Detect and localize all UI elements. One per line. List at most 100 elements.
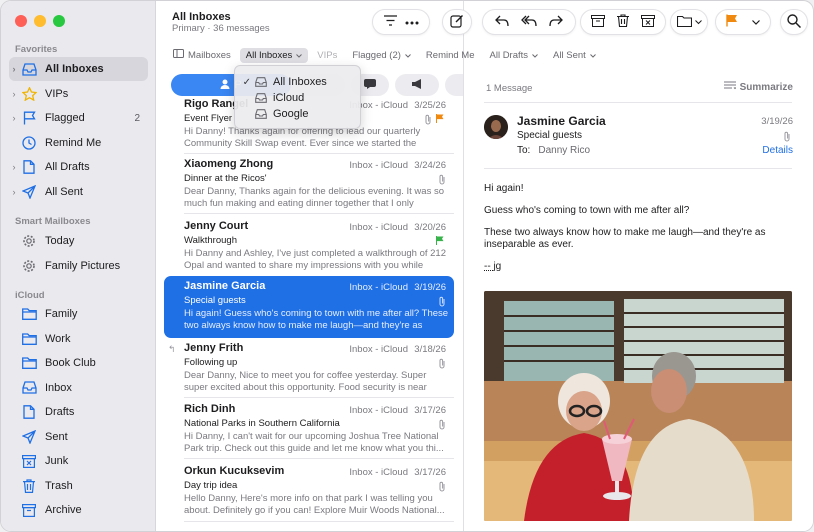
message-sender: Xiaomeng Zhong <box>184 158 274 170</box>
message-date: 3/20/26 <box>414 222 446 233</box>
dropdown-item-icloud[interactable]: iCloud <box>235 90 362 106</box>
sidebar-item-all-drafts[interactable]: › All Drafts <box>9 155 148 179</box>
tray-icon <box>21 61 37 77</box>
trash-icon[interactable] <box>617 14 629 30</box>
sidebar-item-junk[interactable]: Junk <box>9 449 148 473</box>
sender-name: Jasmine Garcia <box>517 114 606 128</box>
sidebar-item-label: All Drafts <box>45 161 90 173</box>
favorites-bar-mailboxes[interactable]: Mailboxes <box>167 47 237 63</box>
message-preview: Hello Danny, Here's more info on that pa… <box>184 493 445 516</box>
message-preview: Hi again! Guess who's coming to town wit… <box>184 308 449 331</box>
message-mailbox: Inbox - iCloud <box>349 344 408 355</box>
recipient-line: To: Danny Rico <box>517 145 590 156</box>
sidebar-item-inbox[interactable]: Inbox <box>9 376 148 400</box>
sidebar-item-label: Archive <box>45 504 82 516</box>
compose-icon <box>450 14 464 31</box>
sidebar-item-family-pictures[interactable]: Family Pictures <box>9 254 148 278</box>
reading-pane: 1 Message Summarize Jasmine Garcia 3/19/… <box>464 65 813 531</box>
message-row[interactable]: Xiaomeng Zhong Inbox - iCloud 3/24/26 Dinne… <box>164 154 454 216</box>
message-subject: Dinner at the Ricos' <box>184 173 267 184</box>
chevron-right-icon[interactable]: › <box>9 162 19 172</box>
favorites-bar-flagged-2[interactable]: Flagged (2) <box>346 48 417 63</box>
sidebar-item-work[interactable]: Work <box>9 327 148 351</box>
attachment-icon <box>438 481 446 495</box>
message-sender: Jenny Court <box>184 220 249 232</box>
search-icon <box>787 13 802 31</box>
megaphone-icon <box>411 78 423 92</box>
divider <box>184 458 454 459</box>
compose-button[interactable] <box>442 9 472 35</box>
trash-icon <box>21 478 37 494</box>
sidebar-item-flagged[interactable]: › Flagged 2 <box>9 106 148 130</box>
sidebar-item-label: All Inboxes <box>45 63 104 75</box>
message-subject: Day trip idea <box>184 480 238 491</box>
sidebar-item-trash[interactable]: Trash <box>9 474 148 498</box>
mailbox-dropdown-menu: ✓ All Inboxes iCloud Google <box>234 65 361 129</box>
reply-icon[interactable] <box>495 15 509 30</box>
sidebar-item-today[interactable]: Today <box>9 229 148 253</box>
message-mailbox: Inbox - iCloud <box>349 282 408 293</box>
message-sender: Jasmine Garcia <box>184 280 266 292</box>
favorites-bar-all-sent[interactable]: All Sent <box>547 48 602 63</box>
flag-icon[interactable] <box>726 14 738 30</box>
divider <box>184 397 454 398</box>
sidebar-section-favorites: Favorites <box>15 44 58 55</box>
sidebar-item-drafts[interactable]: Drafts <box>9 400 148 424</box>
sidebar-item-book-club[interactable]: Book Club <box>9 351 148 375</box>
sidebar-item-vips[interactable]: › VIPs <box>9 82 148 106</box>
chevron-right-icon[interactable]: › <box>9 64 19 74</box>
attachment-icon <box>783 131 791 145</box>
more-icon[interactable] <box>405 16 419 28</box>
attached-photo[interactable] <box>484 291 792 521</box>
chevron-down-icon[interactable] <box>752 16 760 28</box>
junk-icon[interactable] <box>641 14 655 30</box>
sidebar-item-all-inboxes[interactable]: › All Inboxes <box>9 57 148 81</box>
dropdown-item-all-inboxes[interactable]: ✓ All Inboxes <box>235 74 362 90</box>
message-date: 3/25/26 <box>414 100 446 111</box>
favorites-bar-label: All Sent <box>553 49 586 61</box>
archive-icon[interactable] <box>591 14 605 30</box>
sidebar-item-label: Work <box>45 332 71 345</box>
details-link[interactable]: Details <box>762 145 793 156</box>
message-date: 3/17/26 <box>414 405 446 416</box>
chevron-right-icon[interactable]: › <box>9 113 19 123</box>
sidebar-item-archive[interactable]: Archive <box>9 498 148 522</box>
message-mailbox: Inbox - iCloud <box>349 222 408 233</box>
forward-icon[interactable] <box>549 15 563 30</box>
dropdown-item-label: iCloud <box>273 92 305 104</box>
sidebar-icon <box>173 49 184 61</box>
message-row[interactable]: Rich Dinh Inbox - iCloud 3/17/26 National P… <box>164 399 454 461</box>
sidebar-item-label: Book Club <box>45 357 96 369</box>
dropdown-item-google[interactable]: Google <box>235 106 362 122</box>
move-button[interactable] <box>670 9 708 35</box>
sidebar-item-remind-me[interactable]: Remind Me <box>9 131 148 155</box>
message-row[interactable]: Jasmine Garcia Inbox - iCloud 3/19/26 Speci… <box>164 276 454 338</box>
summarize-button[interactable]: Summarize <box>723 81 793 94</box>
tab-promotions[interactable] <box>395 74 439 96</box>
sidebar-item-family[interactable]: Family <box>9 302 148 326</box>
message-mailbox: Inbox - iCloud <box>349 405 408 416</box>
filter-icon[interactable] <box>383 15 397 29</box>
favorites-bar-all-drafts[interactable]: All Drafts <box>484 48 545 63</box>
message-row[interactable]: Orkun Kucuksevim Inbox - iCloud 3/17/26 Day… <box>164 461 454 523</box>
gear-icon <box>21 258 37 274</box>
reply-all-icon[interactable] <box>521 15 537 30</box>
recipient-name[interactable]: Danny Rico <box>538 145 590 156</box>
search-button[interactable] <box>780 9 808 35</box>
chevron-right-icon[interactable]: › <box>9 89 19 99</box>
close-button[interactable] <box>15 15 27 27</box>
favorites-bar-all-inboxes[interactable]: All Inboxes <box>239 47 309 63</box>
zoom-button[interactable] <box>53 15 65 27</box>
minimize-button[interactable] <box>34 15 46 27</box>
sidebar-item-all-sent[interactable]: › All Sent <box>9 180 148 204</box>
sidebar-item-sent[interactable]: Sent <box>9 425 148 449</box>
favorites-bar-remind-me[interactable]: Remind Me <box>420 48 481 63</box>
divider <box>484 102 792 103</box>
chevron-right-icon[interactable]: › <box>9 187 19 197</box>
favorites-bar-vips[interactable]: VIPs <box>311 48 343 63</box>
tab-more[interactable] <box>445 74 463 96</box>
message-subject: Special guests <box>184 295 246 306</box>
divider <box>484 168 792 169</box>
message-row[interactable]: Jenny Court Inbox - iCloud 3/20/26 Walkthro… <box>164 216 454 278</box>
message-row[interactable]: ↰ Jenny Frith Inbox - iCloud 3/18/26 Followi… <box>164 338 454 400</box>
